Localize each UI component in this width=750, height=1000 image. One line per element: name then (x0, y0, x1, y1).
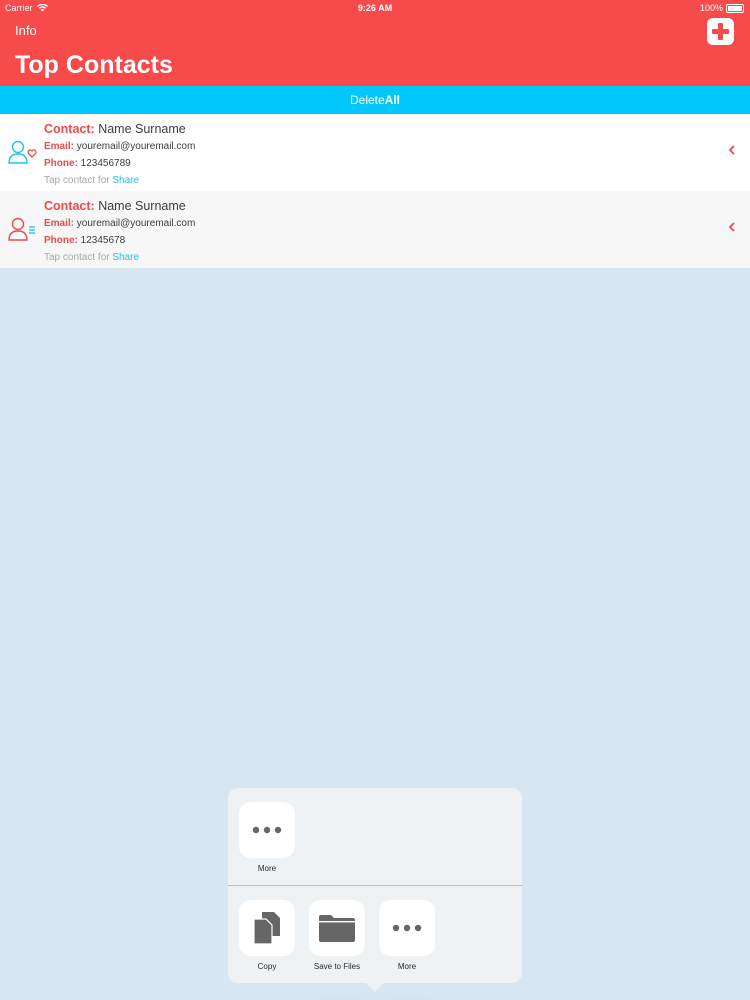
share-hint: Tap contact for (44, 175, 113, 186)
phone-label: Phone: (44, 158, 78, 169)
contact-email: youremail@youremail.com (76, 218, 196, 229)
save-to-files-button[interactable] (309, 900, 365, 956)
contact-name: Name Surname (98, 122, 186, 136)
email-label: Email: (44, 141, 75, 152)
status-bar: Carrier 9:26 AM 100% (0, 0, 750, 16)
share-link[interactable]: Share (112, 252, 139, 263)
copy-button[interactable] (239, 900, 295, 956)
share-more-top-label: More (257, 864, 277, 873)
battery-icon (726, 3, 744, 13)
battery-indicator: 100% (700, 3, 744, 13)
share-more-bottom-button[interactable] (379, 900, 435, 956)
contact-name: Name Surname (98, 199, 186, 213)
person-list-icon (8, 217, 35, 241)
email-label: Email: (44, 218, 75, 229)
contact-email: youremail@youremail.com (76, 141, 196, 152)
phone-label: Phone: (44, 235, 78, 246)
contact-phone: 12345678 (80, 235, 126, 246)
share-sheet: More Copy Save to Files More (228, 788, 522, 983)
popover-arrow (366, 983, 384, 992)
delete-all-button[interactable]: Delete All (0, 86, 750, 114)
battery-percent: 100% (699, 3, 723, 13)
info-button[interactable]: Info (15, 23, 37, 38)
contact-row[interactable]: Contact: Name Surname Email: youremail@y… (0, 191, 750, 268)
sheet-divider (228, 885, 522, 886)
page-title: Top Contacts (15, 51, 173, 79)
chevron-left-icon[interactable] (728, 221, 736, 233)
contact-phone: 123456789 (80, 158, 131, 169)
contact-label: Contact: (44, 199, 95, 213)
add-contact-button[interactable] (707, 18, 734, 45)
share-link[interactable]: Share (112, 175, 139, 186)
copy-icon (254, 912, 280, 944)
folder-icon (319, 915, 355, 942)
person-heart-icon (8, 140, 37, 164)
more-icon (252, 826, 282, 834)
share-more-top-button[interactable] (239, 802, 295, 858)
share-hint: Tap contact for (44, 252, 113, 263)
contact-row[interactable]: Contact: Name Surname Email: youremail@y… (0, 114, 750, 191)
chevron-left-icon[interactable] (728, 144, 736, 156)
status-time: 9:26 AM (357, 3, 393, 13)
save-to-files-label: Save to Files (313, 962, 361, 971)
plus-icon (712, 23, 729, 40)
share-more-bottom-label: More (397, 962, 417, 971)
more-icon (392, 924, 422, 932)
contact-label: Contact: (44, 122, 95, 136)
delete-all-suffix: All (384, 93, 401, 107)
navigation-bar: Info Top Contacts (0, 16, 750, 86)
copy-label: Copy (257, 962, 277, 971)
delete-all-prefix: Delete (349, 93, 385, 107)
